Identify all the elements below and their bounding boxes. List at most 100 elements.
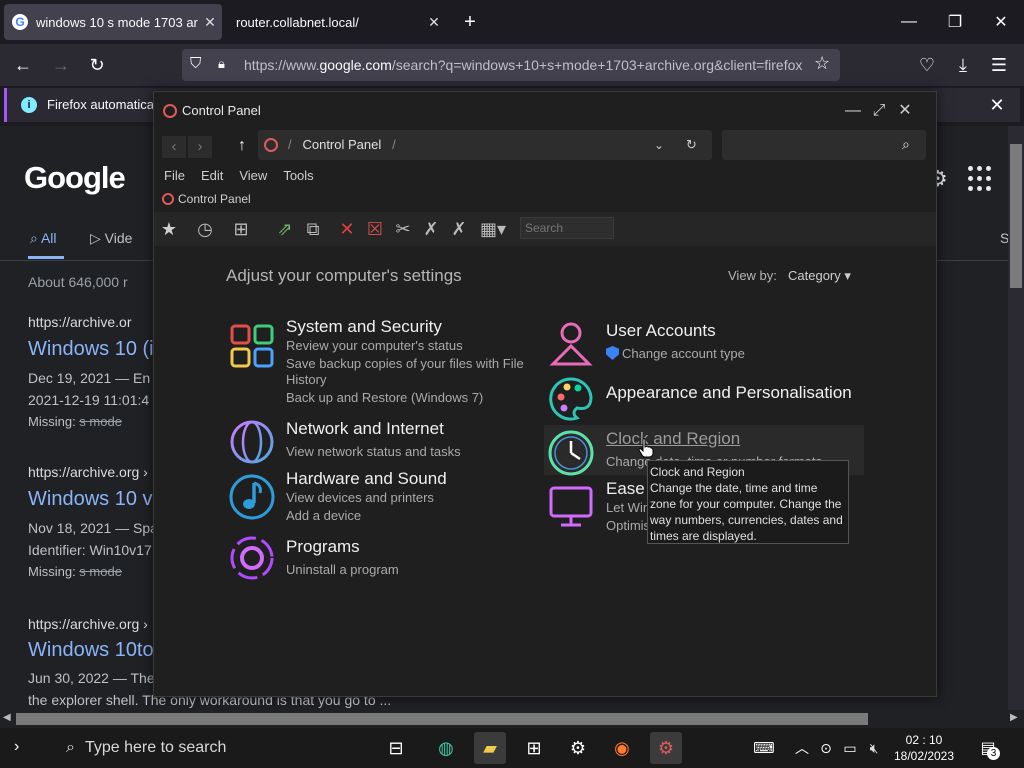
link-change-account-type[interactable]: Change account type <box>622 345 745 362</box>
notifications-icon[interactable]: ▤3 <box>972 732 1004 764</box>
cut-icon[interactable]: ✂ <box>392 218 414 240</box>
link-add-device[interactable]: Add a device <box>286 507 361 524</box>
palette-icon[interactable] <box>547 375 595 423</box>
cp-minimize-button[interactable]: — <box>840 100 866 122</box>
link-review-status[interactable]: Review your computer's status <box>286 337 463 354</box>
globe-icon[interactable] <box>228 418 276 466</box>
google-apps-icon[interactable] <box>968 166 994 192</box>
windows-logo-icon[interactable]: ⊞ <box>230 218 252 240</box>
link-backup-restore[interactable]: Back up and Restore (Windows 7) <box>286 389 483 406</box>
reload-icon[interactable]: ↻ <box>84 52 110 78</box>
menu-tools[interactable]: Tools <box>283 168 313 183</box>
cp-back-icon[interactable]: ‹ <box>162 136 186 158</box>
restore-button[interactable]: ❐ <box>932 6 978 38</box>
category-user-accounts[interactable]: User Accounts <box>606 321 716 341</box>
minimize-button[interactable]: — <box>886 6 932 38</box>
menu-file[interactable]: File <box>164 168 185 183</box>
horizontal-scrollbar-thumb[interactable] <box>16 713 868 725</box>
link-uninstall-program[interactable]: Uninstall a program <box>286 561 399 578</box>
category-clock-region[interactable]: Clock and Region <box>606 429 740 449</box>
cp-close-button[interactable]: ✕ <box>892 100 918 122</box>
shield-icon[interactable]: ⛉ <box>190 55 208 75</box>
settings-gear-icon[interactable]: ⚙ <box>562 732 594 764</box>
tab-videos[interactable]: ▷ Vide <box>90 230 132 247</box>
link-network-status[interactable]: View network status and tasks <box>286 443 461 460</box>
search-icon[interactable]: ⌕ <box>902 136 910 153</box>
hamburger-menu-icon[interactable]: ☰ <box>986 52 1012 78</box>
delete-icon[interactable]: ✕ <box>336 218 358 240</box>
back-arrow-icon[interactable]: ← <box>10 52 36 78</box>
file-explorer-icon[interactable]: ▰ <box>474 732 506 764</box>
result-title[interactable]: Windows 10 v <box>28 488 153 511</box>
cp-address-bar[interactable]: / Control Panel / ⌄ ↻ <box>258 130 712 160</box>
result-title[interactable]: Windows 10to <box>28 639 154 662</box>
scroll-left-icon[interactable]: ◀ <box>3 712 11 723</box>
category-hardware-sound[interactable]: Hardware and Sound <box>286 469 447 489</box>
tab-google-search[interactable]: G windows 10 s mode 1703 archive ✕ <box>4 4 222 40</box>
link-file-history-cont[interactable]: History <box>286 371 326 388</box>
new-tab-button[interactable]: + <box>458 8 482 36</box>
cp-breadcrumb[interactable]: Control Panel <box>162 192 251 206</box>
redo-icon[interactable]: ✗ <box>448 218 470 240</box>
music-note-icon[interactable] <box>228 473 276 521</box>
firefox-icon[interactable]: ◉ <box>606 732 638 764</box>
edge-browser-icon[interactable]: ◍ <box>430 732 462 764</box>
delete-file-icon[interactable]: ☒ <box>364 218 386 240</box>
horizontal-scrollbar[interactable]: ◀ ▶ <box>0 710 1024 728</box>
url-bar[interactable]: ⛉ 🔒︎ https://www.google.com/search?q=win… <box>182 49 840 81</box>
toolbar-search-input[interactable] <box>520 217 614 239</box>
pocket-icon[interactable]: ♡ <box>914 52 940 78</box>
chevron-down-icon[interactable]: ⌄ <box>654 130 664 160</box>
copy-icon[interactable]: ⧉ <box>302 218 324 240</box>
category-appearance-personalisation[interactable]: Appearance and Personalisation <box>606 383 852 403</box>
undo-icon[interactable]: ✗ <box>420 218 442 240</box>
lock-icon[interactable]: 🔒︎ <box>218 56 232 74</box>
category-network-internet[interactable]: Network and Internet <box>286 419 444 439</box>
tab-close-icon[interactable]: ✕ <box>198 14 222 31</box>
taskbar-search-box[interactable]: ⌕ Type here to search <box>44 728 374 768</box>
result-url[interactable]: https://archive.org › <box>28 464 148 480</box>
keyboard-icon[interactable]: ⌨ <box>748 732 780 764</box>
tab-router[interactable]: router.collabnet.local/ ✕ <box>226 4 446 40</box>
close-window-button[interactable]: ✕ <box>978 6 1024 38</box>
ease-of-access-monitor-icon[interactable] <box>547 482 595 530</box>
menu-edit[interactable]: Edit <box>201 168 223 183</box>
bookmark-star-icon[interactable]: ☆ <box>814 53 830 74</box>
tab-all[interactable]: ⌕ All <box>30 230 57 247</box>
url-text[interactable]: https://www.google.com/search?q=windows+… <box>244 49 804 81</box>
control-panel-titlebar[interactable]: Control Panel — ⤢ ✕ <box>154 92 936 130</box>
downloads-icon[interactable]: ⤓ <box>950 52 976 78</box>
task-view-icon[interactable]: ⊟ <box>380 732 412 764</box>
menu-view[interactable]: View <box>239 168 267 183</box>
cp-up-arrow-icon[interactable]: ↑ <box>238 137 246 155</box>
system-security-icon[interactable] <box>228 322 276 370</box>
programs-icon[interactable] <box>228 534 276 582</box>
link-file-history[interactable]: Save backup copies of your files with Fi… <box>286 355 524 372</box>
category-programs[interactable]: Programs <box>286 537 360 557</box>
category-system-security[interactable]: System and Security <box>286 317 442 337</box>
link-devices-printers[interactable]: View devices and printers <box>286 489 434 506</box>
vertical-scrollbar-thumb[interactable] <box>1010 144 1022 288</box>
history-icon[interactable]: ◷ <box>194 218 216 240</box>
cp-address-text[interactable]: / Control Panel / <box>288 130 396 160</box>
view-by-dropdown[interactable]: Category ▾ <box>788 268 851 284</box>
tab-overflow-label[interactable]: S <box>1000 230 1008 246</box>
start-chevron-icon[interactable]: › <box>14 738 19 756</box>
clock-icon[interactable] <box>547 429 595 477</box>
forward-arrow-icon[interactable]: → <box>48 52 74 78</box>
scroll-right-icon[interactable]: ▶ <box>1010 712 1018 723</box>
view-options-icon[interactable]: ▦▾ <box>480 218 506 240</box>
close-notification-icon[interactable]: ✕ <box>984 92 1010 118</box>
cp-maximize-button[interactable]: ⤢ <box>866 100 892 122</box>
favorites-star-icon[interactable]: ★ <box>158 218 180 240</box>
user-accounts-icon[interactable] <box>547 320 595 368</box>
google-logo[interactable]: Google <box>24 160 126 196</box>
result-url[interactable]: https://archive.org › <box>28 616 148 632</box>
result-title[interactable]: Windows 10 (i <box>28 338 154 361</box>
store-icon[interactable]: ⊞ <box>518 732 550 764</box>
tab-close-icon[interactable]: ✕ <box>422 14 446 31</box>
control-panel-taskbar-icon[interactable]: ⚙ <box>650 732 682 764</box>
cp-forward-icon[interactable]: › <box>188 136 212 158</box>
move-icon[interactable]: ⇗ <box>274 218 296 240</box>
cp-search-input[interactable] <box>722 130 926 160</box>
